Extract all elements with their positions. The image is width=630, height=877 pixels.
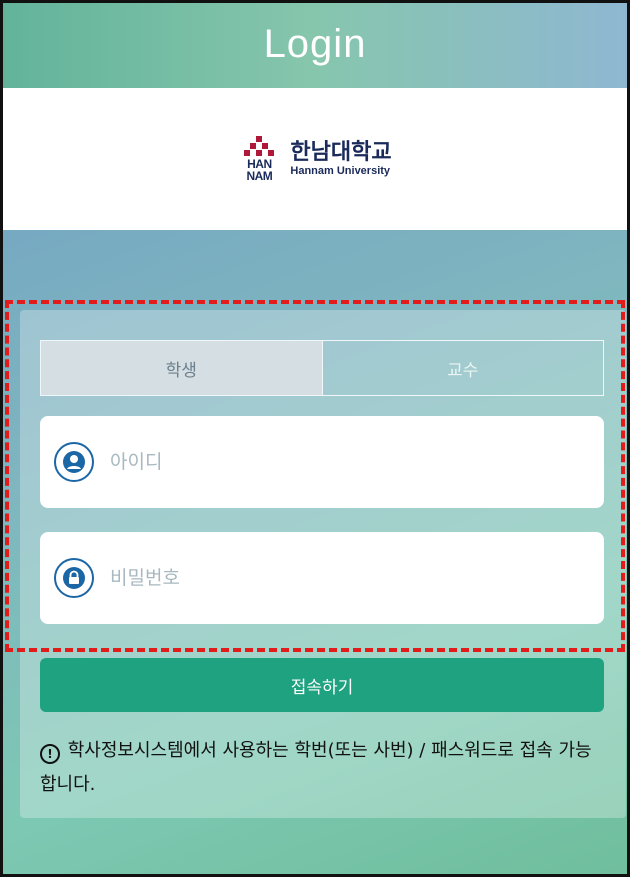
university-logo: HAN NAM 한남대학교 Hannam University [238, 136, 392, 182]
tab-student[interactable]: 학생 [41, 341, 322, 395]
logo-name-korean: 한남대학교 [290, 140, 392, 165]
user-type-tabs: 학생 교수 [40, 340, 604, 396]
logo-text: 한남대학교 Hannam University [290, 140, 392, 178]
id-input[interactable] [108, 450, 572, 474]
lock-icon [54, 558, 94, 598]
notice-text: 학사정보시스템에서 사용하는 학번(또는 사번) / 패스워드로 접속 가능합니… [40, 740, 592, 795]
password-field[interactable] [40, 532, 604, 624]
logo-name-english: Hannam University [290, 165, 391, 177]
logo-band: HAN NAM 한남대학교 Hannam University [0, 88, 630, 230]
logo-mark-bottom: NAM [246, 169, 273, 183]
user-icon [54, 442, 94, 482]
login-notice: ! 학사정보시스템에서 사용하는 학번(또는 사번) / 패스워드로 접속 가능… [40, 734, 608, 802]
login-button[interactable]: 접속하기 [40, 658, 604, 712]
tab-professor[interactable]: 교수 [321, 341, 604, 395]
password-input[interactable] [108, 566, 572, 590]
exclamation-icon: ! [40, 744, 60, 764]
login-card: 학생 교수 접속하기 ! 학사정보시스템에서 사용하는 학번(또는 사번) / … [20, 310, 626, 818]
header-bar: Login [0, 0, 630, 88]
id-field[interactable] [40, 416, 604, 508]
page-title: Login [263, 21, 367, 66]
hannam-emblem-icon: HAN NAM [238, 136, 280, 182]
